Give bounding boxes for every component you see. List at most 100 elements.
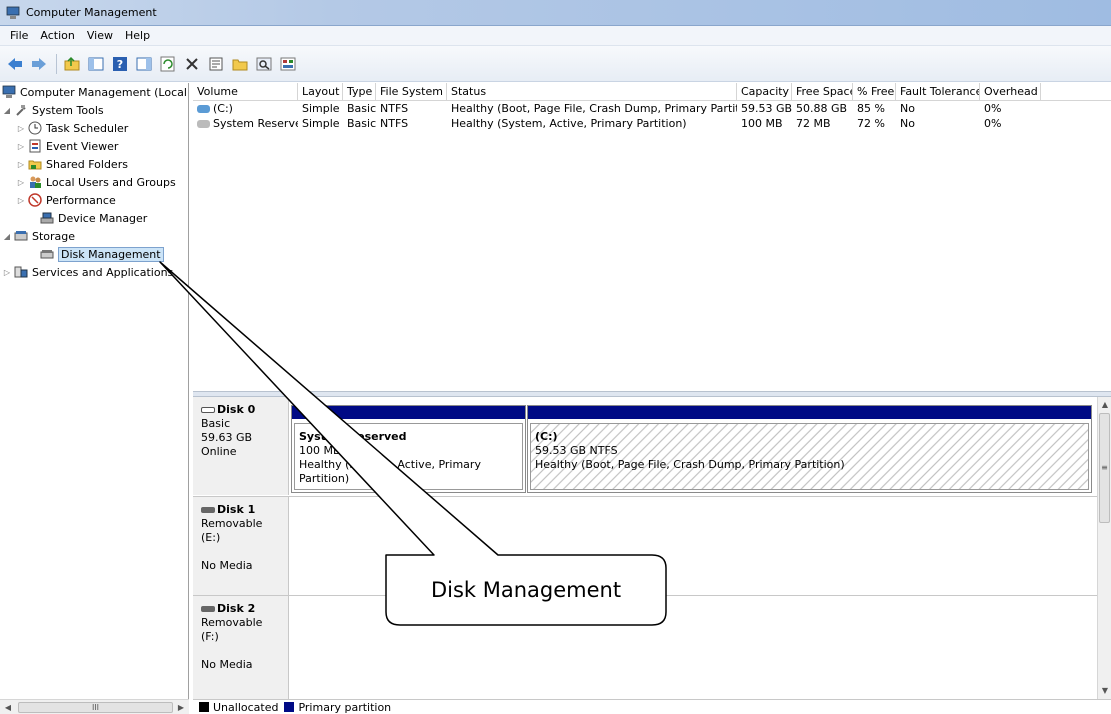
expand-arrow-icon[interactable]: ▷ xyxy=(16,178,26,187)
overhead-cell: 0% xyxy=(984,117,1002,130)
menu-action[interactable]: Action xyxy=(34,29,80,42)
expand-arrow-icon[interactable]: ▷ xyxy=(16,160,26,169)
menu-file[interactable]: File xyxy=(4,29,34,42)
tree-item-label: Computer Management (Local xyxy=(20,85,187,99)
volume-list-header: Volume Layout Type File System Status Ca… xyxy=(193,83,1111,101)
removable-disk-icon xyxy=(201,507,215,513)
svg-text:?: ? xyxy=(117,58,123,71)
collapse-arrow-icon[interactable]: ◢ xyxy=(2,106,12,115)
forward-icon[interactable] xyxy=(28,53,50,75)
scroll-thumb[interactable]: III xyxy=(18,702,173,713)
column-file-system[interactable]: File System xyxy=(376,83,447,100)
disk-type: Removable (E:) xyxy=(201,517,263,544)
fault-tolerance-cell: No xyxy=(900,117,915,130)
shared-folder-icon xyxy=(28,157,42,171)
percent-free-cell: 85 % xyxy=(857,102,885,115)
menu-view[interactable]: View xyxy=(81,29,119,42)
storage-icon xyxy=(14,229,28,243)
show-hide-action-pane-icon[interactable] xyxy=(133,53,155,75)
unallocated-swatch xyxy=(199,702,209,712)
legend-label-primary: Primary partition xyxy=(298,700,392,714)
disk-name: Disk 2 xyxy=(217,602,256,615)
expand-arrow-icon[interactable]: ▷ xyxy=(2,268,12,277)
properties-icon[interactable] xyxy=(205,53,227,75)
help-icon[interactable]: ? xyxy=(109,53,131,75)
disk-type: Basic xyxy=(201,417,231,430)
column-percent-free[interactable]: % Free xyxy=(853,83,896,100)
callout-text: Disk Management xyxy=(430,578,622,602)
column-capacity[interactable]: Capacity xyxy=(737,83,792,100)
disk-management-icon xyxy=(40,247,54,261)
disk-vertical-scrollbar[interactable]: ▲ ≡ ▼ xyxy=(1097,397,1111,699)
partition-system-reserved[interactable]: System Reserved 100 MB NTFS Healthy (Sys… xyxy=(291,405,526,493)
scroll-thumb[interactable]: ≡ xyxy=(1099,413,1110,523)
tree-item-device-manager[interactable]: Device Manager xyxy=(28,209,147,227)
tree-item-label: Performance xyxy=(46,193,116,207)
tree-item-root[interactable]: Computer Management (Local xyxy=(2,83,187,101)
partition-c[interactable]: (C:) 59.53 GB NTFS Healthy (Boot, Page F… xyxy=(527,405,1092,493)
partition-size: 59.53 GB NTFS xyxy=(535,444,618,457)
expand-arrow-icon[interactable]: ▷ xyxy=(16,124,26,133)
partition-status: Healthy (System, Active, Primary Partiti… xyxy=(299,458,481,485)
tree-item-services[interactable]: ▷ Services and Applications xyxy=(2,263,173,281)
delete-icon[interactable] xyxy=(181,53,203,75)
column-free-space[interactable]: Free Space xyxy=(792,83,853,100)
collapse-arrow-icon[interactable]: ◢ xyxy=(2,232,12,241)
toolbar: ? xyxy=(0,46,1111,82)
tree-item-system-tools[interactable]: ◢ System Tools xyxy=(2,101,104,119)
column-status[interactable]: Status xyxy=(447,83,737,100)
volume-row[interactable]: (C:) Simple Basic NTFS Healthy (Boot, Pa… xyxy=(193,101,1111,116)
tree-item-disk-management[interactable]: Disk Management xyxy=(28,245,164,263)
tree-item-local-users[interactable]: ▷ Local Users and Groups xyxy=(16,173,176,191)
up-folder-icon[interactable] xyxy=(61,53,83,75)
column-type[interactable]: Type xyxy=(343,83,376,100)
tree-item-performance[interactable]: ▷ Performance xyxy=(16,191,116,209)
disk-status: Online xyxy=(201,445,237,458)
disk-info[interactable]: Disk 1 Removable (E:) No Media xyxy=(193,497,289,595)
partition-name: System Reserved xyxy=(299,430,407,443)
scroll-left-icon[interactable]: ◀ xyxy=(1,701,15,714)
partition-header xyxy=(292,406,525,419)
search-icon[interactable] xyxy=(253,53,275,75)
tree-item-label: System Tools xyxy=(32,103,104,117)
capacity-cell: 59.53 GB xyxy=(741,102,792,115)
more-icon[interactable] xyxy=(277,53,299,75)
partition-body: (C:) 59.53 GB NTFS Healthy (Boot, Page F… xyxy=(530,423,1089,490)
tree-item-storage[interactable]: ◢ Storage xyxy=(2,227,75,245)
refresh-icon[interactable] xyxy=(157,53,179,75)
tree-horizontal-scrollbar[interactable]: ◀ III ▶ xyxy=(0,699,189,714)
removable-disk-icon xyxy=(201,606,215,612)
column-overhead[interactable]: Overhead xyxy=(980,83,1041,100)
show-hide-tree-icon[interactable] xyxy=(85,53,107,75)
free-space-cell: 72 MB xyxy=(796,117,831,130)
type-cell: Basic xyxy=(347,117,376,130)
column-layout[interactable]: Layout xyxy=(298,83,343,100)
tree-item-shared-folders[interactable]: ▷ Shared Folders xyxy=(16,155,128,173)
partition-size: 100 MB NTFS xyxy=(299,444,373,457)
tree-item-label: Device Manager xyxy=(58,211,148,225)
menu-help[interactable]: Help xyxy=(119,29,156,42)
disk-info[interactable]: Disk 0 Basic 59.63 GB Online xyxy=(193,397,289,495)
open-folder-icon[interactable] xyxy=(229,53,251,75)
tree-item-label: Task Scheduler xyxy=(46,121,129,135)
tree-item-task-scheduler[interactable]: ▷ Task Scheduler xyxy=(16,119,128,137)
volume-list: Volume Layout Type File System Status Ca… xyxy=(193,83,1111,391)
scroll-down-icon[interactable]: ▼ xyxy=(1098,684,1111,698)
volume-icon xyxy=(197,120,210,128)
volume-row[interactable]: System Reserved Simple Basic NTFS Health… xyxy=(193,116,1111,131)
column-volume[interactable]: Volume xyxy=(193,83,298,100)
column-fault-tolerance[interactable]: Fault Tolerance xyxy=(896,83,980,100)
expand-arrow-icon[interactable]: ▷ xyxy=(16,142,26,151)
tree-item-label: Disk Management xyxy=(58,246,164,262)
scroll-up-icon[interactable]: ▲ xyxy=(1098,398,1111,412)
disk-map: Disk 0 Basic 59.63 GB Online System Rese… xyxy=(193,397,1097,699)
back-icon[interactable] xyxy=(4,53,26,75)
computer-management-icon xyxy=(2,85,16,99)
tree-item-event-viewer[interactable]: ▷ Event Viewer xyxy=(16,137,118,155)
disk-info[interactable]: Disk 2 Removable (F:) No Media xyxy=(193,596,289,699)
free-space-cell: 50.88 GB xyxy=(796,102,848,115)
percent-free-cell: 72 % xyxy=(857,117,885,130)
scroll-right-icon[interactable]: ▶ xyxy=(174,701,188,714)
expand-arrow-icon[interactable]: ▷ xyxy=(16,196,26,205)
tree-item-label: Storage xyxy=(32,229,76,243)
